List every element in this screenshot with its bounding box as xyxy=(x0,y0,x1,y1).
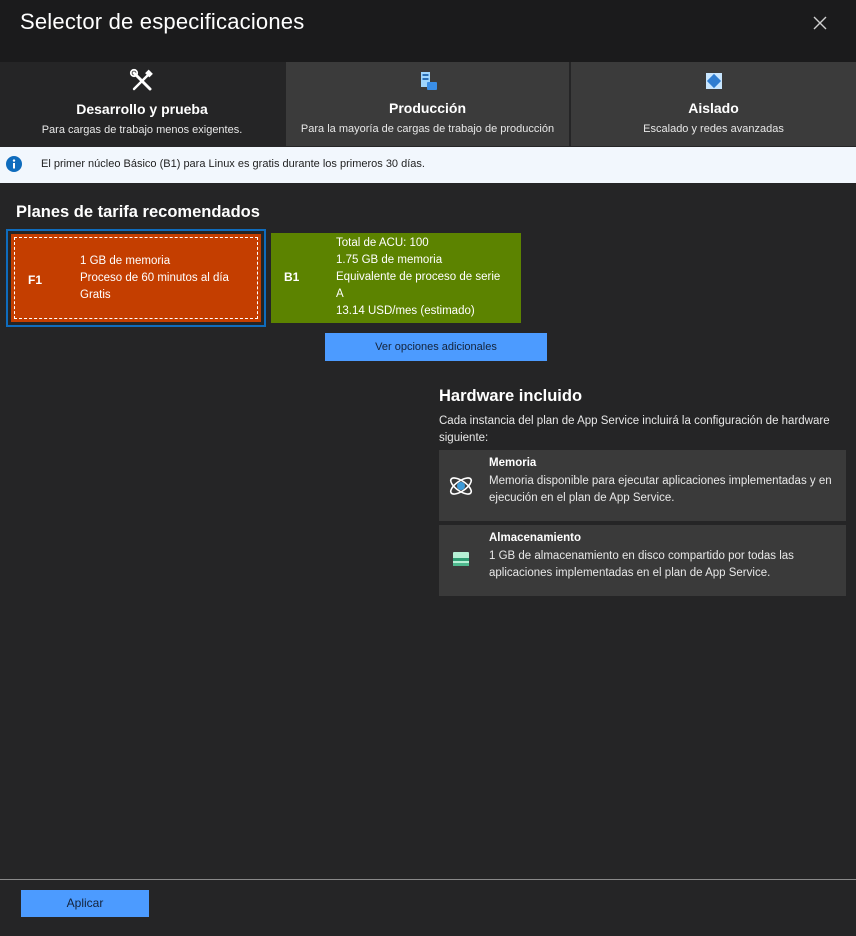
tier-code: B1 xyxy=(284,270,300,284)
isolated-icon xyxy=(705,73,722,89)
tier-feature: A xyxy=(336,288,344,300)
storage-icon xyxy=(453,552,469,566)
apply-button[interactable]: Aplicar xyxy=(21,890,149,917)
hardware-item-memory: Memoria Memoria disponible para ejecutar… xyxy=(439,450,846,521)
tab-isolated[interactable]: Aislado Escalado y redes avanzadas xyxy=(571,62,856,146)
tab-dev-test[interactable]: Desarrollo y prueba Para cargas de traba… xyxy=(0,62,284,146)
hardware-title: Hardware incluido xyxy=(439,387,583,405)
hardware-description: Cada instancia del plan de App Service i… xyxy=(439,415,830,444)
tab-description: Para cargas de trabajo menos exigentes. xyxy=(41,124,243,136)
tab-name: Desarrollo y prueba xyxy=(76,101,208,117)
tab-name: Producción xyxy=(388,100,466,116)
tab-name: Aislado xyxy=(688,100,739,116)
hardware-item-name: Almacenamiento xyxy=(489,532,582,544)
tier-features: 1 GB de memoria Proceso de 60 minutos al… xyxy=(80,253,229,304)
tools-icon xyxy=(129,68,153,91)
close-icon[interactable] xyxy=(808,11,832,35)
tier-feature: Gratis xyxy=(80,289,111,301)
tier-code: F1 xyxy=(28,273,43,287)
memory-icon xyxy=(449,477,473,495)
hardware-item-storage: Almacenamiento 1 GB de almacenamiento en… xyxy=(439,525,846,596)
tab-description: Escalado y redes avanzadas xyxy=(643,123,784,135)
info-banner: El primer núcleo Básico (B1) para Linux … xyxy=(0,147,856,183)
tier-feature: 13.14 USD/mes (estimado) xyxy=(336,305,475,317)
tier-features: Total de ACU: 100 1.75 GB de memoria Equ… xyxy=(336,235,500,320)
tier-feature: Total de ACU: 100 xyxy=(336,237,429,249)
tab-description: Para la mayoría de cargas de trabajo de … xyxy=(300,123,555,135)
more-options-button[interactable]: Ver opciones adicionales xyxy=(325,333,547,361)
tier-feature: 1.75 GB de memoria xyxy=(336,254,443,266)
selected-tier-outline: F1 1 GB de memoria Proceso de 60 minutos… xyxy=(6,229,266,327)
hardware-item-description: 1 GB de almacenamiento en disco comparti… xyxy=(489,550,794,579)
tier-card-b1[interactable]: B1 Total de ACU: 100 1.75 GB de memoria … xyxy=(271,233,521,323)
tier-feature: Equivalente de proceso de serie xyxy=(336,271,501,283)
hardware-item-description: Memoria disponible para ejecutar aplicac… xyxy=(489,475,832,504)
tier-category-tabs: Desarrollo y prueba Para cargas de traba… xyxy=(0,62,856,146)
footer-divider xyxy=(0,879,856,880)
info-banner-text: El primer núcleo Básico (B1) para Linux … xyxy=(41,158,425,170)
dialog-header: Selector de especificaciones xyxy=(0,0,856,62)
production-icon xyxy=(420,72,437,90)
hardware-item-name: Memoria xyxy=(489,457,537,469)
dialog-title: Selector de especificaciones xyxy=(20,9,305,34)
tab-production[interactable]: Producción Para la mayoría de cargas de … xyxy=(286,62,569,146)
tier-card-f1[interactable]: F1 1 GB de memoria Proceso de 60 minutos… xyxy=(11,234,261,322)
info-icon xyxy=(6,156,22,172)
tier-feature: 1 GB de memoria xyxy=(80,255,171,267)
tier-feature: Proceso de 60 minutos al día xyxy=(80,272,229,284)
recommended-title: Planes de tarifa recomendados xyxy=(16,203,260,221)
